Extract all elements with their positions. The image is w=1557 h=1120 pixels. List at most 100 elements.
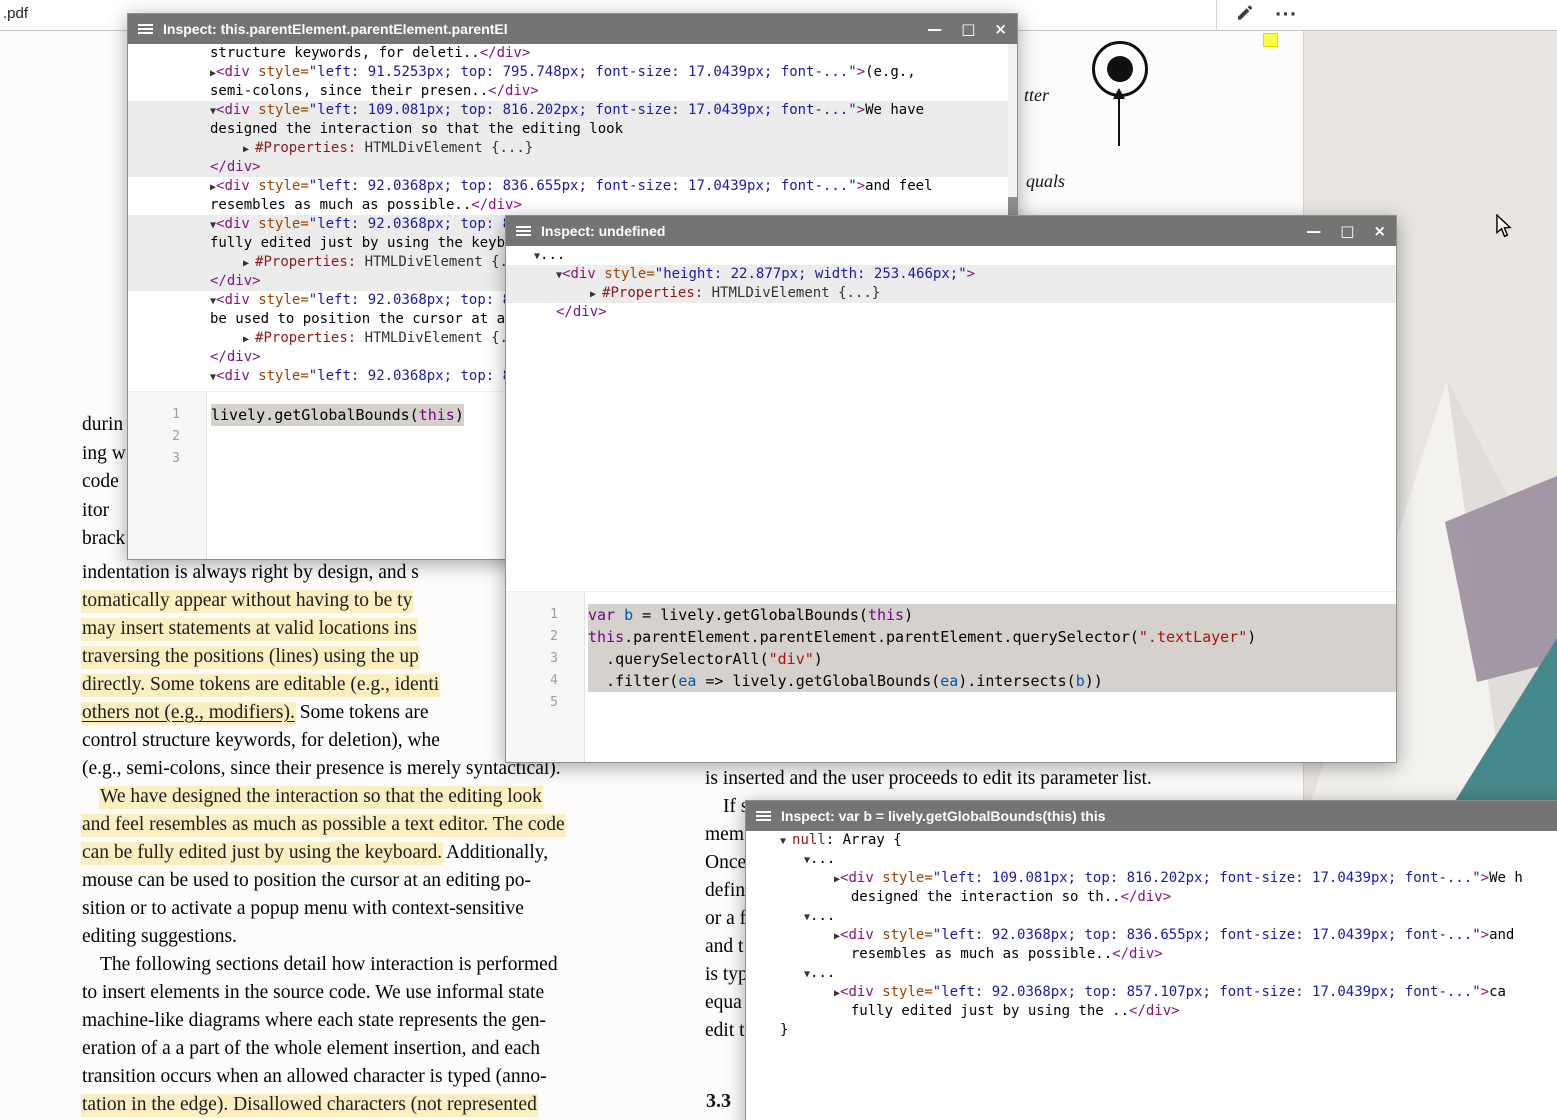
line[interactable]: 4 .filter(ea => lively.getGlobalBounds(e… <box>506 670 1396 692</box>
window-menu-icon[interactable] <box>756 810 771 822</box>
diagram-arrowhead-icon <box>1113 88 1125 99</box>
line: to insert elements in the source code. W… <box>82 982 565 1010</box>
line: mouse can be used to position the cursor… <box>82 870 565 898</box>
line[interactable]: designed the interaction so that the edi… <box>128 120 1017 139</box>
pdf-left-column: indentation is always right by design, a… <box>82 562 565 1120</box>
line[interactable]: ▶<div style="left: 92.0368px; top: 836.6… <box>128 177 1017 196</box>
line[interactable]: ▼<div style="height: 22.877px; width: 25… <box>506 265 1396 284</box>
line: We have designed the interaction so that… <box>82 786 565 814</box>
window-menu-icon[interactable] <box>516 225 531 237</box>
line: transition occurs when an allowed charac… <box>82 1066 565 1094</box>
line-number: 2 <box>128 426 206 448</box>
line: and feel resembles as much as possible a… <box>82 814 565 842</box>
minimize-button[interactable]: — <box>1306 216 1321 246</box>
window-controls: — □ × <box>1306 216 1386 246</box>
line: sition or to activate a popup menu with … <box>82 898 565 926</box>
line[interactable]: designed the interaction so th..</div> <box>746 888 1557 907</box>
line[interactable]: ▼ null: Array { <box>746 831 1557 850</box>
line: can be fully edited just by using the ke… <box>82 842 565 870</box>
line[interactable]: } <box>746 1021 1557 1040</box>
line[interactable]: fully edited just by using the ..</div> <box>746 1002 1557 1021</box>
line: tation in the edge). Disallowed characte… <box>82 1094 565 1120</box>
annotate-pencil-button[interactable] <box>1230 2 1258 28</box>
line-number: 2 <box>506 626 584 648</box>
window1-titlebar[interactable]: Inspect: this.parentElement.parentElemen… <box>128 14 1017 44</box>
line[interactable]: resembles as much as possible..</div> <box>746 945 1557 964</box>
line: brack <box>82 528 126 557</box>
inspector2-code-editor[interactable]: 1var b = lively.getGlobalBounds(this)2th… <box>506 591 1396 762</box>
line: is inserted and the user proceeds to edi… <box>705 768 1152 796</box>
line: code <box>82 471 126 500</box>
pdf-filename: .pdf <box>3 5 28 22</box>
close-button[interactable]: × <box>1373 216 1386 246</box>
line: directly. Some tokens are editable (e.g.… <box>82 674 565 702</box>
line: The following sections detail how intera… <box>82 954 565 982</box>
line[interactable]: ▶<div style="left: 92.0368px; top: 836.6… <box>746 926 1557 945</box>
screen: .pdf ··· durining wcodeitorbrack indenta… <box>0 0 1557 1120</box>
line[interactable]: 1var b = lively.getGlobalBounds(this) <box>506 604 1396 626</box>
line-number: 3 <box>506 648 584 670</box>
window-menu-icon[interactable] <box>138 23 153 35</box>
line[interactable]: </div> <box>506 303 1396 322</box>
inspector-window-3: Inspect: var b = lively.getGlobalBounds(… <box>745 800 1557 1120</box>
maximize-button[interactable]: □ <box>961 14 975 44</box>
line[interactable]: ▶ #Properties: HTMLDivElement {...} <box>506 284 1396 303</box>
line[interactable]: ▶<div style="left: 109.081px; top: 816.2… <box>746 869 1557 888</box>
window-controls: — □ × <box>927 14 1007 44</box>
diagram-label-fragment-bottom: quals <box>1026 171 1065 192</box>
line[interactable]: 5 <box>506 692 1396 714</box>
line-number: 5 <box>506 692 584 714</box>
line[interactable]: ▶ #Properties: HTMLDivElement {...} <box>128 139 1017 158</box>
close-button[interactable]: × <box>994 14 1007 44</box>
minimize-button[interactable]: — <box>927 14 942 44</box>
line: control structure keywords, for deletion… <box>82 730 565 758</box>
line[interactable]: 2this.parentElement.parentElement.parent… <box>506 626 1396 648</box>
pencil-icon <box>1235 5 1253 23</box>
diagram-arrow-line <box>1118 98 1120 146</box>
window2-title: Inspect: undefined <box>541 216 665 246</box>
line: eration of a a part of the whole element… <box>82 1038 565 1066</box>
line[interactable]: resembles as much as possible..</div> <box>128 196 1017 215</box>
line[interactable]: ▼... <box>746 964 1557 983</box>
inspector2-dom-tree: ▼...▼<div style="height: 22.877px; width… <box>506 246 1396 591</box>
line[interactable]: structure keywords, for deleti..</div> <box>128 44 1017 63</box>
line[interactable]: ▶<div style="left: 91.5253px; top: 795.7… <box>128 63 1017 82</box>
line[interactable]: semi-colons, since their presen..</div> <box>128 82 1017 101</box>
line[interactable]: ▼... <box>746 907 1557 926</box>
line: may insert statements at valid locations… <box>82 618 565 646</box>
line[interactable]: ▼... <box>506 246 1396 265</box>
line: tomatically appear without having to be … <box>82 590 565 618</box>
line: editing suggestions. <box>82 926 565 954</box>
window3-title: Inspect: var b = lively.getGlobalBounds(… <box>781 801 1106 831</box>
line: traversing the positions (lines) using t… <box>82 646 565 674</box>
mouse-cursor <box>1495 214 1512 238</box>
window1-title: Inspect: this.parentElement.parentElemen… <box>163 14 508 44</box>
maximize-button[interactable]: □ <box>1340 216 1354 246</box>
line-number: 1 <box>128 404 206 426</box>
line: durin <box>82 414 126 443</box>
diagram-label-fragment-top: tter <box>1024 85 1049 106</box>
selection-handle[interactable] <box>1263 33 1278 47</box>
toolbar-divider <box>1216 0 1217 30</box>
line[interactable]: ▼<div style="left: 109.081px; top: 816.2… <box>128 101 1017 120</box>
window2-titlebar[interactable]: Inspect: undefined — □ × <box>506 216 1396 246</box>
more-options-button[interactable]: ··· <box>1270 2 1302 28</box>
window3-titlebar[interactable]: Inspect: var b = lively.getGlobalBounds(… <box>746 801 1557 831</box>
inspector-window-2: Inspect: undefined — □ × ▼...▼<div style… <box>505 215 1397 763</box>
line: indentation is always right by design, a… <box>82 562 565 590</box>
line: machine-like diagrams where each state r… <box>82 1010 565 1038</box>
diagram-end-event-dot <box>1107 56 1133 82</box>
line: itor <box>82 500 126 529</box>
line-number: 4 <box>506 670 584 692</box>
line: (e.g., semi-colons, since their presence… <box>82 758 565 786</box>
line[interactable]: ▼... <box>746 850 1557 869</box>
line[interactable]: </div> <box>128 158 1017 177</box>
line-number: 3 <box>128 448 206 470</box>
pdf-left-column-partial: durining wcodeitorbrack <box>82 414 126 557</box>
line[interactable]: ▶<div style="left: 92.0368px; top: 857.1… <box>746 983 1557 1002</box>
line-number: 1 <box>506 604 584 626</box>
section-heading: 3.3 <box>706 1090 731 1113</box>
inspector3-object-tree: ▼ null: Array {▼...▶<div style="left: 10… <box>746 831 1557 1120</box>
line: others not (e.g., modifiers). Some token… <box>82 702 565 730</box>
line[interactable]: 3 .querySelectorAll("div") <box>506 648 1396 670</box>
